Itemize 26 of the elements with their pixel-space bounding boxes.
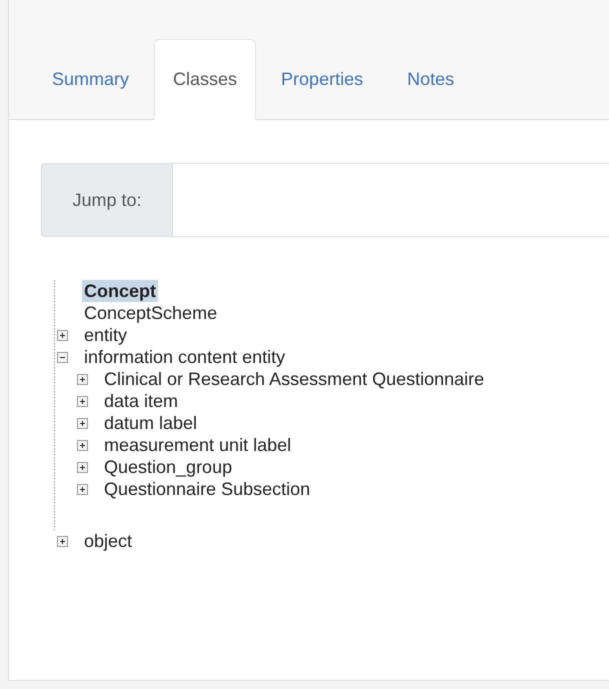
expand-icon[interactable]	[77, 396, 88, 406]
expand-icon[interactable]	[77, 484, 88, 494]
tree-item[interactable]: Questionnaire Subsection	[102, 478, 312, 500]
tree-item[interactable]: Concept	[82, 280, 158, 302]
tree-item[interactable]: measurement unit label	[102, 434, 294, 456]
tree-item[interactable]: Clinical or Research Assessment Questionnaire	[102, 368, 486, 390]
tree-item[interactable]: ConceptScheme	[82, 302, 220, 324]
collapse-icon[interactable]	[57, 352, 68, 362]
tab[interactable]: Notes	[388, 39, 474, 120]
tree-item[interactable]: entity	[82, 324, 130, 346]
jump-to-field[interactable]: Jump to:	[41, 163, 609, 237]
tab[interactable]: Classes	[154, 39, 256, 120]
expand-icon[interactable]	[57, 330, 68, 340]
tree-item[interactable]: object	[82, 530, 134, 552]
field-label: Jump to:	[42, 164, 173, 236]
tree-item[interactable]: Question_group	[102, 456, 234, 478]
expand-icon[interactable]	[77, 440, 88, 450]
tree-item[interactable]: data item	[102, 390, 180, 412]
expand-icon[interactable]	[57, 536, 68, 546]
tab[interactable]: Summary	[33, 39, 148, 120]
tree-item[interactable]: information content entity	[82, 346, 288, 368]
tree-item[interactable]: datum label	[102, 412, 200, 434]
expand-icon[interactable]	[77, 462, 88, 472]
expand-icon[interactable]	[77, 374, 88, 384]
expand-icon[interactable]	[77, 418, 88, 428]
tab[interactable]: Properties	[262, 39, 382, 120]
